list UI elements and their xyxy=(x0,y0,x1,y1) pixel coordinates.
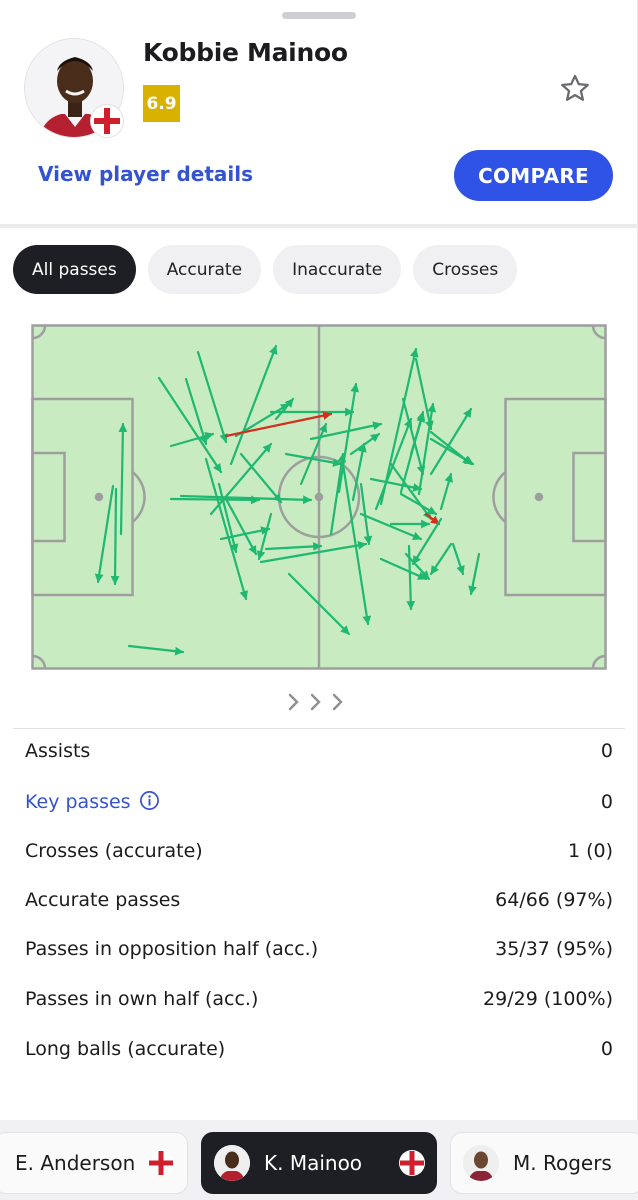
stat-label: Passes in own half (acc.) xyxy=(25,988,259,1010)
player-name: Kobbie Mainoo xyxy=(143,38,348,67)
england-flag-icon xyxy=(399,1150,426,1176)
chevrons-right-icon xyxy=(286,692,346,712)
stat-value: 64/66 (97%) xyxy=(495,889,613,911)
stats-divider xyxy=(13,728,625,729)
england-flag-icon xyxy=(148,1150,175,1176)
compare-button[interactable]: COMPARE xyxy=(454,150,613,201)
stat-row-long-balls: Long balls (accurate) 0 xyxy=(25,1038,613,1060)
pitch-markings xyxy=(31,324,607,670)
pass-arrow xyxy=(169,495,261,505)
stat-row-crosses: Crosses (accurate) 1 (0) xyxy=(25,840,613,862)
stat-label-key-passes[interactable]: Key passes xyxy=(25,791,131,813)
info-icon[interactable] xyxy=(139,790,160,811)
player-card-mainoo[interactable]: K. Mainoo xyxy=(201,1132,437,1194)
rating-badge: 6.9 xyxy=(143,85,180,122)
player-card-anderson[interactable]: E. Anderson xyxy=(0,1132,188,1194)
stat-value: 0 xyxy=(600,740,613,762)
sheet-drag-handle[interactable] xyxy=(282,12,356,19)
pass-arrow xyxy=(110,487,120,586)
filter-all-passes[interactable]: All passes xyxy=(13,245,136,294)
filter-accurate[interactable]: Accurate xyxy=(147,245,262,294)
stat-value: 35/37 (95%) xyxy=(495,938,613,960)
filter-inaccurate[interactable]: Inaccurate xyxy=(273,245,402,294)
nationality-flag-icon xyxy=(90,104,124,138)
stat-value: 0 xyxy=(600,1038,613,1060)
stat-row-opposition-half: Passes in opposition half (acc.) 35/37 (… xyxy=(25,938,613,960)
stat-label: Passes in opposition half (acc.) xyxy=(25,938,319,960)
player-card-avatar xyxy=(463,1145,499,1181)
pass-filter-chips: All passes Accurate Inaccurate Crosses xyxy=(13,245,518,294)
stat-row-own-half: Passes in own half (acc.) 29/29 (100%) xyxy=(25,988,613,1010)
stat-value: 0 xyxy=(600,790,613,813)
stat-row-key-passes: Key passes 0 xyxy=(25,790,613,814)
stat-label: Accurate passes xyxy=(25,889,181,911)
player-sheet: Kobbie Mainoo 6.9 View player details CO… xyxy=(0,0,638,1200)
player-card-avatar xyxy=(214,1145,250,1181)
section-divider xyxy=(0,224,638,228)
stat-value: 29/29 (100%) xyxy=(483,988,613,1010)
star-icon[interactable] xyxy=(558,72,592,106)
stat-row-assists: Assists 0 xyxy=(25,740,613,762)
player-card-name: E. Anderson xyxy=(15,1151,136,1175)
stat-label: Long balls (accurate) xyxy=(25,1038,226,1060)
stat-value: 1 (0) xyxy=(567,840,613,862)
stat-row-accurate-passes: Accurate passes 64/66 (97%) xyxy=(25,889,613,911)
stat-label: Assists xyxy=(25,740,91,762)
player-card-name: K. Mainoo xyxy=(264,1151,363,1175)
player-card-name: M. Rogers xyxy=(513,1151,612,1175)
filter-crosses[interactable]: Crosses xyxy=(413,245,518,294)
pass-map xyxy=(31,324,607,670)
stat-label: Crosses (accurate) xyxy=(25,840,203,862)
view-player-details-link[interactable]: View player details xyxy=(38,162,253,186)
player-card-rogers[interactable]: M. Rogers xyxy=(450,1132,638,1194)
